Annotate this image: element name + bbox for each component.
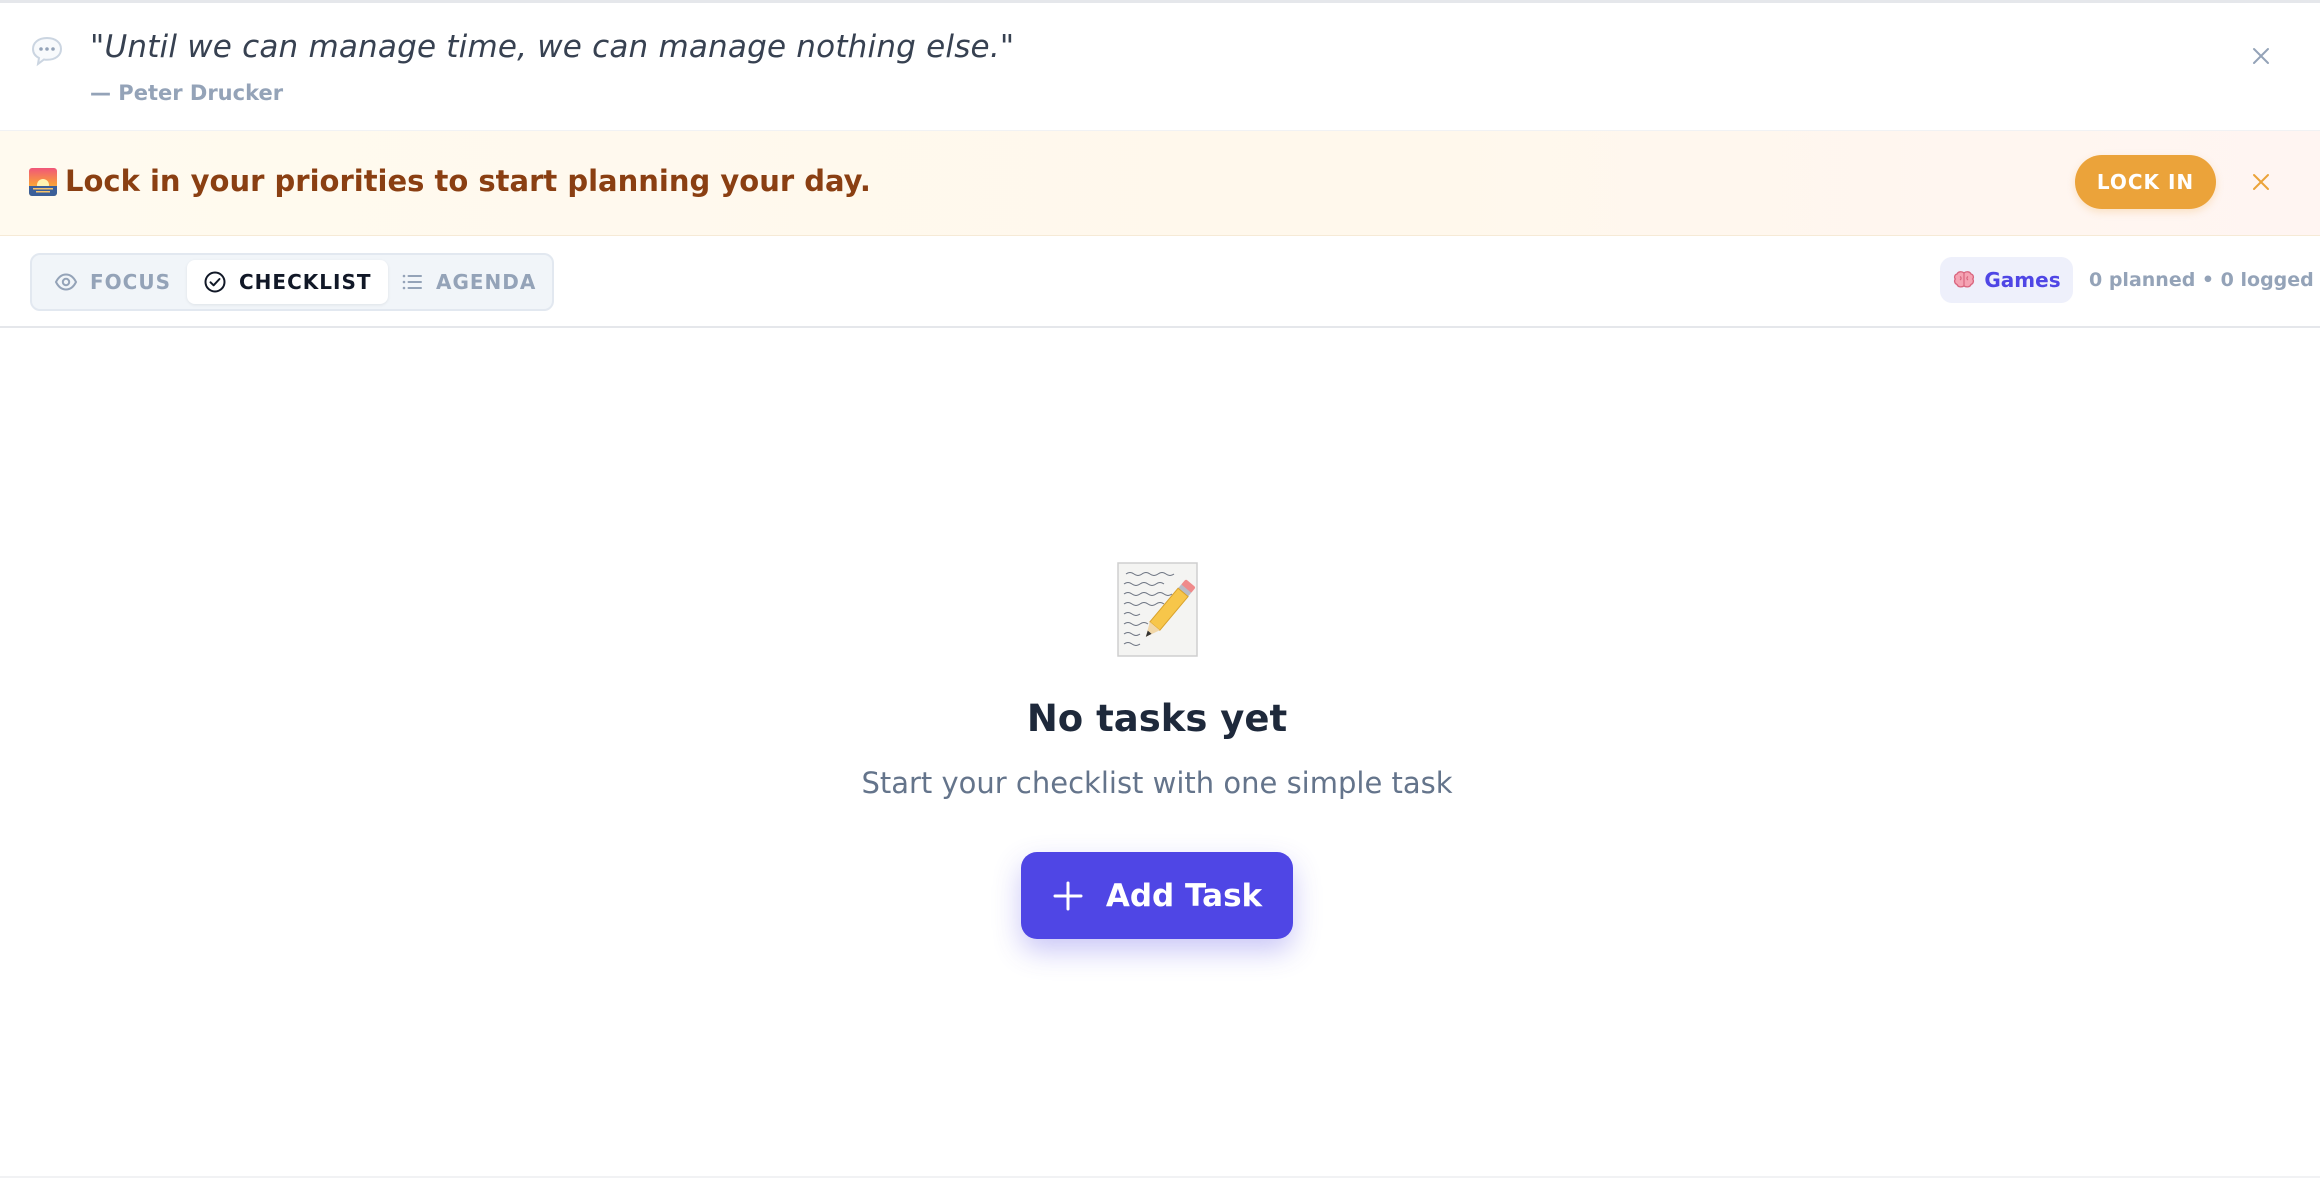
lock-in-button[interactable]: LOCK IN [2075,155,2216,209]
add-task-button[interactable]: Add Task [1021,852,1293,939]
lock-in-banner: Lock in your priorities to start plannin… [0,131,2320,236]
quote-text: "Until we can manage time, we can manage… [90,29,1015,65]
view-tabs: FOCUS CHECKLIST AGENDA [30,253,554,311]
quote-author: — Peter Drucker [90,81,284,105]
tab-agenda-label: AGENDA [436,270,537,294]
games-button[interactable]: Games [1940,257,2073,303]
brain-icon [1954,271,1975,288]
close-quote-button[interactable] [2246,41,2276,71]
tab-checklist-label: CHECKLIST [239,270,372,294]
close-icon [2253,174,2269,190]
tab-agenda[interactable]: AGENDA [386,260,550,304]
tab-focus-label: FOCUS [90,270,171,294]
task-stats: 0 planned • 0 logged [2089,269,2314,291]
plus-icon [1053,881,1083,910]
app-root: "Until we can manage time, we can manage… [0,0,2320,1194]
eye-icon [54,273,78,291]
quote-bar: "Until we can manage time, we can manage… [0,0,2320,131]
empty-state-subtitle: Start your checklist with one simple tas… [861,766,1453,800]
close-banner-button[interactable] [2246,167,2276,197]
speech-bubble-icon [29,33,65,69]
lock-in-message: Lock in your priorities to start plannin… [65,164,871,198]
games-label: Games [1984,268,2061,292]
memo-pencil-icon [1116,562,1206,658]
tab-checklist[interactable]: CHECKLIST [187,260,388,304]
close-icon [2253,48,2269,64]
empty-state-title: No tasks yet [1026,697,1288,740]
check-circle-icon [204,271,226,293]
tab-focus[interactable]: FOCUS [40,260,185,304]
bottom-divider [0,1176,2320,1178]
sunrise-icon [29,168,57,196]
list-icon [402,274,422,290]
add-task-label: Add Task [1105,877,1263,914]
